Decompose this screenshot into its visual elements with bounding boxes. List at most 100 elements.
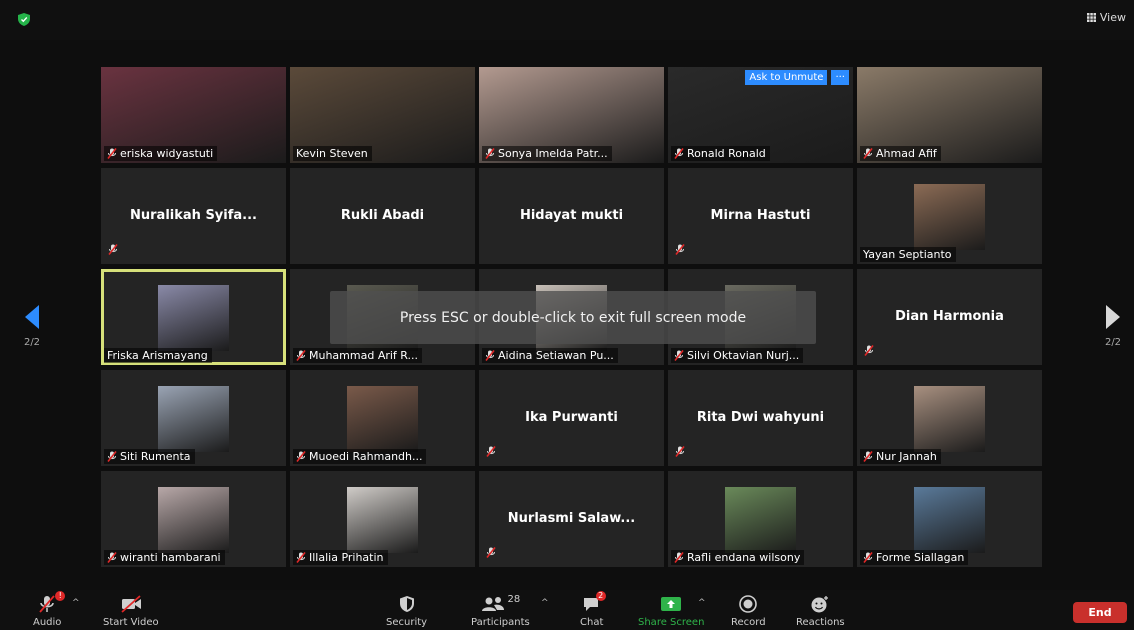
participant-tile[interactable]: Illalia Prihatin	[290, 471, 475, 567]
audio-button[interactable]: ! Audio	[33, 591, 66, 628]
view-button[interactable]: View	[1086, 11, 1126, 24]
participant-video	[158, 285, 229, 351]
participant-name: Silvi Oktavian Nurj...	[687, 349, 800, 362]
chat-unread-badge: 2	[595, 591, 606, 601]
participant-tile[interactable]: Nur Jannah	[857, 370, 1042, 466]
security-label: Security	[386, 617, 428, 628]
security-button[interactable]: Security	[386, 594, 427, 628]
participant-name: Aidina Setiawan Pu...	[498, 349, 614, 362]
participant-tile[interactable]: Nuralikah Syifa...	[101, 168, 286, 264]
participant-tile[interactable]: Rita Dwi wahyuni	[668, 370, 853, 466]
participant-name-tag: Yayan Septianto	[860, 247, 956, 262]
ask-to-unmute-button[interactable]: Ask to Unmute	[745, 70, 828, 85]
muted-mic-icon	[107, 451, 117, 462]
muted-mic-icon	[674, 552, 684, 563]
audio-options-caret[interactable]: ^	[72, 598, 80, 608]
muted-indicator	[108, 240, 118, 259]
participant-name: Ika Purwanti	[525, 410, 618, 425]
muted-mic-icon	[296, 350, 306, 361]
participant-tile[interactable]: Friska Arismayang	[101, 269, 286, 365]
participant-video	[725, 487, 796, 553]
participant-tile[interactable]: Ahmad Afif	[857, 67, 1042, 163]
participant-tile[interactable]: Rukli Abadi	[290, 168, 475, 264]
participant-video	[158, 487, 229, 553]
chat-button[interactable]: 2 Chat	[580, 591, 606, 628]
participant-name-tag: Rafli endana wilsony	[671, 550, 805, 565]
participant-name-tag: Aidina Setiawan Pu...	[482, 348, 618, 363]
record-icon	[739, 595, 758, 613]
participant-name-tag: Sonya Imelda Patr...	[482, 146, 612, 161]
participant-name-tag: Illalia Prihatin	[293, 550, 388, 565]
audio-label: Audio	[33, 617, 62, 628]
muted-indicator	[486, 543, 496, 562]
security-shield-icon	[399, 596, 414, 612]
next-page-arrow-icon	[1106, 305, 1120, 329]
record-button[interactable]: Record	[731, 594, 766, 628]
participant-name-tag: Ahmad Afif	[860, 146, 941, 161]
muted-indicator	[864, 341, 874, 360]
muted-mic-icon	[863, 552, 873, 563]
participant-tile[interactable]: Sonya Imelda Patr...	[479, 67, 664, 163]
participant-name: Nur Jannah	[876, 450, 937, 463]
muted-mic-icon	[107, 148, 117, 159]
participant-name-tag: eriska widyastuti	[104, 146, 218, 161]
participant-tile[interactable]: Muoedi Rahmandh...	[290, 370, 475, 466]
participant-video	[347, 386, 418, 452]
participant-tile[interactable]: Forme Siallagan	[857, 471, 1042, 567]
record-label: Record	[731, 617, 766, 628]
participants-button[interactable]: 28 Participants	[471, 594, 530, 628]
reactions-label: Reactions	[796, 617, 845, 628]
participant-name-tag: Muoedi Rahmandh...	[293, 449, 427, 464]
muted-mic-icon	[674, 148, 684, 159]
start-video-button[interactable]: Start Video	[103, 594, 159, 628]
participant-tile[interactable]: Hidayat mukti	[479, 168, 664, 264]
muted-mic-icon	[296, 451, 306, 462]
participants-options-caret[interactable]: ^	[541, 598, 549, 608]
participant-video	[914, 184, 985, 250]
muted-mic-icon	[486, 547, 496, 558]
participant-tile[interactable]: Yayan Septianto	[857, 168, 1042, 264]
video-off-icon	[121, 595, 141, 613]
muted-mic-icon	[675, 244, 685, 255]
prev-page-nav[interactable]: 2/2	[17, 305, 47, 348]
participant-tile[interactable]: Mirna Hastuti	[668, 168, 853, 264]
muted-mic-icon	[485, 350, 495, 361]
page-indicator-left: 2/2	[23, 337, 41, 348]
muted-mic-icon	[863, 148, 873, 159]
encryption-shield-icon[interactable]	[18, 13, 30, 26]
participants-count: 28	[507, 594, 521, 605]
participants-icon	[481, 597, 504, 611]
fullscreen-hint-overlay: Press ESC or double-click to exit full s…	[330, 291, 816, 344]
participant-video	[158, 386, 229, 452]
participant-tile[interactable]: Rafli endana wilsony	[668, 471, 853, 567]
participant-video	[914, 487, 985, 553]
participant-tile[interactable]: Siti Rumenta	[101, 370, 286, 466]
participants-label: Participants	[471, 617, 530, 628]
participant-tile[interactable]: wiranti hambarani	[101, 471, 286, 567]
participant-name: wiranti hambarani	[120, 551, 221, 564]
muted-indicator	[486, 442, 496, 461]
participant-name-tag: Kevin Steven	[293, 146, 372, 161]
more-options-button[interactable]: ···	[831, 70, 849, 85]
grid-view-icon	[1086, 13, 1096, 22]
participant-tile[interactable]: Kevin Steven	[290, 67, 475, 163]
participant-name: Kevin Steven	[296, 147, 368, 160]
participant-tile[interactable]: Dian Harmonia	[857, 269, 1042, 365]
participant-name-tag: Ronald Ronald	[671, 146, 770, 161]
next-page-nav[interactable]: 2/2	[1098, 305, 1128, 348]
participant-name: Siti Rumenta	[120, 450, 191, 463]
reactions-button[interactable]: Reactions	[796, 594, 845, 628]
muted-mic-icon	[108, 244, 118, 255]
participant-tile[interactable]: eriska widyastuti	[101, 67, 286, 163]
share-screen-button[interactable]: Share Screen	[638, 594, 704, 628]
participant-tile[interactable]: Nurlasmi Salaw...	[479, 471, 664, 567]
share-options-caret[interactable]: ^	[698, 598, 706, 608]
chat-label: Chat	[580, 617, 604, 628]
muted-mic-icon	[485, 148, 495, 159]
end-meeting-button[interactable]: End	[1073, 602, 1127, 623]
participant-name-tag: wiranti hambarani	[104, 550, 225, 565]
participant-tile[interactable]: Ronald Ronald Ask to Unmute ···	[668, 67, 853, 163]
participant-name: Friska Arismayang	[107, 349, 208, 362]
participant-tile[interactable]: Ika Purwanti	[479, 370, 664, 466]
muted-mic-icon	[675, 446, 685, 457]
